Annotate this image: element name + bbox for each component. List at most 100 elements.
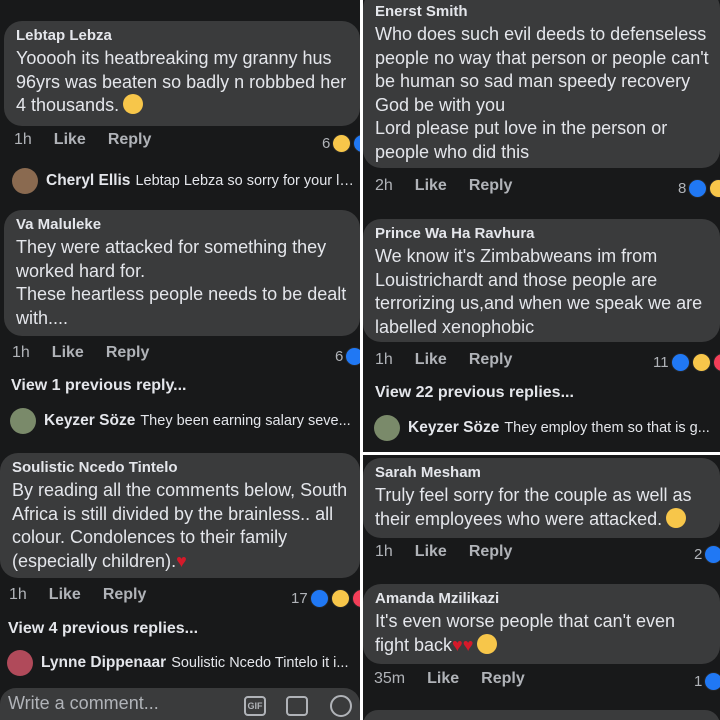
comment-bubble-prince: Prince Wa Ha Ravhura We know it's Zimbab…: [363, 219, 720, 342]
comment-composer[interactable]: Write a comment... GIF: [0, 688, 360, 720]
reply-text: Lebtap Lebza so sorry for your lo...: [135, 173, 358, 189]
reply-button[interactable]: Reply: [103, 586, 147, 604]
like-reaction-icon: [670, 353, 690, 372]
reply-button[interactable]: Reply: [469, 543, 513, 561]
left-comments-column: Lebtap Lebza Yooooh its heatbreaking my …: [0, 0, 360, 720]
gif-icon[interactable]: GIF: [244, 696, 266, 716]
comment-bubble-maluleke: Va Maluleke They were attacked for somet…: [4, 210, 360, 336]
avatar[interactable]: [7, 650, 33, 676]
comment-bubble-lebtap: Lebtap Lebza Yooooh its heatbreaking my …: [4, 21, 360, 126]
comment-time[interactable]: 1h: [14, 131, 32, 149]
comment-time[interactable]: 1h: [375, 543, 393, 561]
avatar[interactable]: [374, 415, 400, 441]
comment-actions: 1h Like Reply: [9, 586, 168, 604]
reply-button[interactable]: Reply: [469, 177, 513, 195]
reaction-summary[interactable]: 17: [291, 589, 360, 608]
sad-reaction-icon: [330, 589, 350, 608]
reaction-summary[interactable]: 2: [694, 545, 720, 564]
like-reaction-icon: [704, 545, 720, 564]
comment-author[interactable]: Lebtap Lebza: [16, 27, 350, 44]
sad-reaction-icon: [691, 353, 711, 372]
reaction-summary[interactable]: 6: [322, 134, 360, 153]
love-reaction-icon: [351, 589, 360, 608]
comment-bubble-soulistic: Soulistic Ncedo Tintelo By reading all t…: [0, 453, 360, 578]
like-reaction-icon: [309, 589, 329, 608]
reaction-count: 2: [694, 546, 703, 563]
comment-input[interactable]: Write a comment...: [8, 693, 159, 714]
reaction-count: 8: [678, 180, 687, 197]
reply-text: They employ them so that is g...: [504, 420, 710, 436]
comment-bubble-next: [363, 710, 720, 720]
comment-time[interactable]: 1h: [12, 344, 30, 362]
reaction-summary[interactable]: 6: [335, 347, 360, 366]
sticker-icon[interactable]: [286, 696, 308, 716]
comment-author[interactable]: Prince Wa Ha Ravhura: [375, 225, 710, 242]
reply-text: They been earning salary seve...: [140, 413, 351, 429]
view-previous-replies-link[interactable]: View 1 previous reply...: [11, 377, 186, 395]
comment-bubble-sarah: Sarah Mesham Truly feel sorry for the co…: [363, 458, 720, 538]
emoji-icon[interactable]: [330, 695, 352, 717]
like-button[interactable]: Like: [427, 670, 459, 688]
comment-actions: 1h Like Reply: [14, 131, 173, 149]
comment-actions: 1h Like Reply: [375, 351, 534, 369]
avatar[interactable]: [10, 408, 36, 434]
comment-author[interactable]: Soulistic Ncedo Tintelo: [12, 459, 350, 476]
view-previous-replies-link[interactable]: View 22 previous replies...: [375, 384, 574, 402]
like-button[interactable]: Like: [415, 351, 447, 369]
comment-time[interactable]: 1h: [9, 586, 27, 604]
crying-emoji-icon: [477, 633, 498, 654]
reply-button[interactable]: Reply: [481, 670, 525, 688]
like-button[interactable]: Like: [415, 177, 447, 195]
broken-heart-emoji-icon: ♥: [176, 550, 187, 571]
like-button[interactable]: Like: [52, 344, 84, 362]
reaction-count: 6: [322, 135, 331, 152]
reply-author[interactable]: Cheryl Ellis: [46, 172, 130, 190]
reply-author[interactable]: Keyzer Söze: [408, 419, 499, 437]
reply-text: Soulistic Ncedo Tintelo it i...: [171, 655, 349, 671]
like-reaction-icon: [688, 179, 708, 198]
comment-bubble-enerst: Enerst Smith Who does such evil deeds to…: [363, 0, 720, 168]
broken-heart-emoji-icon: ♥♥: [452, 634, 474, 655]
reply-button[interactable]: Reply: [469, 351, 513, 369]
reaction-summary[interactable]: 11: [653, 353, 720, 372]
comment-author[interactable]: Amanda Mzilikazi: [375, 590, 710, 607]
view-previous-replies-link[interactable]: View 4 previous replies...: [8, 620, 198, 638]
reaction-count: 11: [653, 354, 669, 371]
like-button[interactable]: Like: [54, 131, 86, 149]
reply-author[interactable]: Lynne Dippenaar: [41, 654, 166, 672]
reply-preview[interactable]: Keyzer Söze They been earning salary sev…: [10, 408, 358, 434]
reply-button[interactable]: Reply: [106, 344, 150, 362]
reply-button[interactable]: Reply: [108, 131, 152, 149]
like-reaction-icon: [704, 672, 720, 691]
comment-actions: 1h Like Reply: [12, 344, 171, 362]
comment-text: Yooooh its heatbreaking my granny hus 96…: [16, 48, 352, 115]
comment-author[interactable]: Enerst Smith: [375, 3, 710, 20]
reply-preview[interactable]: Lynne Dippenaar Soulistic Ncedo Tintelo …: [7, 650, 358, 676]
reply-preview[interactable]: Keyzer Söze They employ them so that is …: [374, 415, 718, 441]
like-button[interactable]: Like: [415, 543, 447, 561]
right-comments-column: Enerst Smith Who does such evil deeds to…: [363, 0, 720, 720]
love-reaction-icon: [712, 353, 720, 372]
comment-time[interactable]: 2h: [375, 177, 393, 195]
reaction-summary[interactable]: 8: [678, 179, 720, 198]
comment-author[interactable]: Sarah Mesham: [375, 464, 710, 481]
comment-actions: 2h Like Reply: [375, 177, 534, 195]
comment-actions: 35m Like Reply: [374, 670, 547, 688]
reaction-summary[interactable]: 1: [694, 672, 720, 691]
comment-text: Truly feel sorry for the couple as well …: [375, 485, 697, 529]
comment-time[interactable]: 1h: [375, 351, 393, 369]
comment-author[interactable]: Va Maluleke: [16, 216, 350, 233]
reply-preview[interactable]: Cheryl Ellis Lebtap Lebza so sorry for y…: [12, 168, 358, 194]
reaction-count: 17: [291, 590, 308, 607]
avatar[interactable]: [12, 168, 38, 194]
pensive-emoji-icon: [666, 507, 687, 528]
comment-time[interactable]: 35m: [374, 670, 405, 688]
sad-reaction-icon: [709, 179, 720, 198]
like-reaction-icon: [353, 134, 360, 153]
reply-author[interactable]: Keyzer Söze: [44, 412, 135, 430]
reaction-count: 1: [694, 673, 703, 690]
sad-reaction-icon: [332, 134, 352, 153]
like-reaction-icon: [345, 347, 360, 366]
comment-text: They were attacked for something they wo…: [16, 237, 347, 328]
like-button[interactable]: Like: [49, 586, 81, 604]
